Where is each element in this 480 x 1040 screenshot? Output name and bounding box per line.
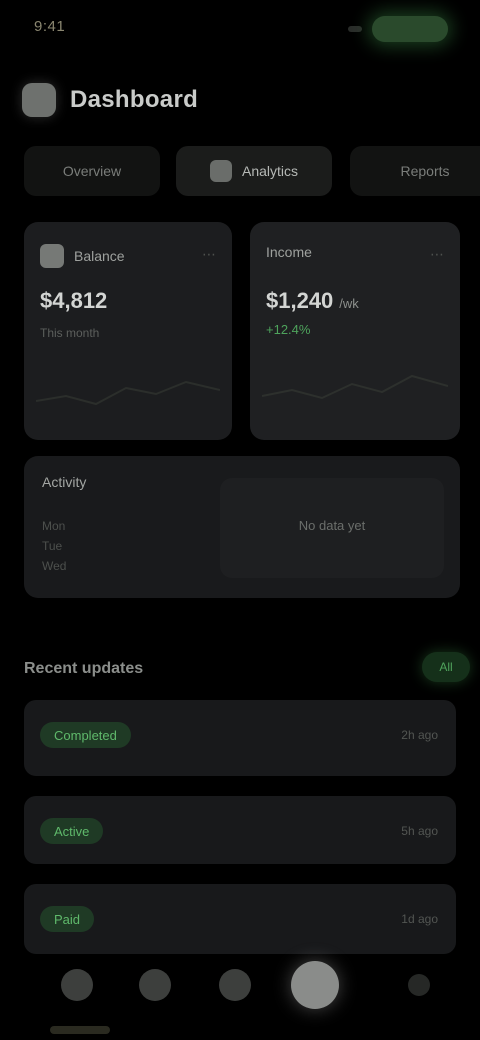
item-time: 1d ago xyxy=(401,912,438,926)
card-label: Activity xyxy=(42,474,87,490)
tab-label: Reports xyxy=(400,163,450,179)
tab-analytics[interactable]: Analytics xyxy=(176,146,332,196)
page-header: Dashboard xyxy=(22,80,198,120)
nav-home[interactable] xyxy=(42,950,112,1020)
income-card[interactable]: Income ⋯ $1,240/wk +12.4% xyxy=(250,222,460,440)
more-icon[interactable]: ⋯ xyxy=(430,246,444,263)
activity-panel: No data yet xyxy=(220,478,444,578)
status-badge: Active xyxy=(40,818,104,844)
view-all-button[interactable]: All xyxy=(422,652,470,682)
tab-overview[interactable]: Overview xyxy=(24,146,160,196)
legend-item: Tue xyxy=(42,539,63,553)
card-header: Income xyxy=(266,244,312,260)
card-value: $4,812 xyxy=(40,288,108,313)
wallet-icon xyxy=(219,969,251,1001)
chart-icon xyxy=(209,160,232,182)
balance-card[interactable]: Balance ⋯ $4,812 This month xyxy=(24,222,232,440)
bottom-nav xyxy=(0,940,480,1040)
home-icon xyxy=(61,969,93,1001)
app-screen: 9:41 Dashboard Overview Analytics Report… xyxy=(0,0,480,1040)
card-change: +12.4% xyxy=(266,322,311,337)
battery-icon xyxy=(372,16,448,42)
home-indicator xyxy=(50,1026,110,1034)
section-title: Recent updates xyxy=(24,660,144,677)
legend-item: Wed xyxy=(42,559,67,573)
nav-more[interactable] xyxy=(384,950,454,1020)
app-logo-icon xyxy=(22,83,56,117)
tab-reports[interactable]: Reports xyxy=(350,146,480,196)
wallet-icon xyxy=(40,244,64,268)
sparkline xyxy=(262,374,448,400)
nav-wallet[interactable] xyxy=(200,950,270,1020)
activity-legend: Mon Tue Wed xyxy=(42,516,66,576)
more-icon xyxy=(408,974,430,996)
sparkline xyxy=(36,380,220,406)
sparkline-chart xyxy=(262,374,448,400)
status-badge: Paid xyxy=(40,906,95,932)
page-title: Dashboard xyxy=(70,86,199,113)
tab-bar: Overview Analytics Reports xyxy=(0,146,480,198)
legend-item: Mon xyxy=(42,519,66,533)
search-icon xyxy=(139,969,171,1001)
status-bar: 9:41 xyxy=(0,0,480,60)
item-time: 5h ago xyxy=(401,824,438,838)
card-header: Balance xyxy=(40,244,125,268)
empty-state-text: No data yet xyxy=(298,518,366,533)
activity-card[interactable]: Activity Mon Tue Wed No data yet xyxy=(24,456,460,598)
tab-label: Analytics xyxy=(241,163,299,179)
item-time: 2h ago xyxy=(401,728,438,742)
list-item[interactable]: Active 5h ago xyxy=(24,796,456,864)
list-item[interactable]: Completed 2h ago xyxy=(24,700,456,776)
nav-search[interactable] xyxy=(120,950,190,1020)
card-subtitle: This month xyxy=(40,326,100,340)
status-time: 9:41 xyxy=(34,18,66,35)
sparkline-chart xyxy=(36,380,220,406)
profile-icon xyxy=(291,961,339,1009)
signal-icon xyxy=(348,26,362,32)
nav-profile[interactable] xyxy=(280,950,350,1020)
tab-label: Overview xyxy=(62,163,122,179)
card-label: Balance xyxy=(74,248,125,264)
card-value: $1,240/wk xyxy=(266,288,359,314)
card-label: Income xyxy=(266,244,312,260)
more-icon[interactable]: ⋯ xyxy=(202,246,216,263)
card-value-amount: $1,240 xyxy=(266,288,334,313)
card-value-unit: /wk xyxy=(339,296,359,311)
status-badge: Completed xyxy=(40,722,131,748)
